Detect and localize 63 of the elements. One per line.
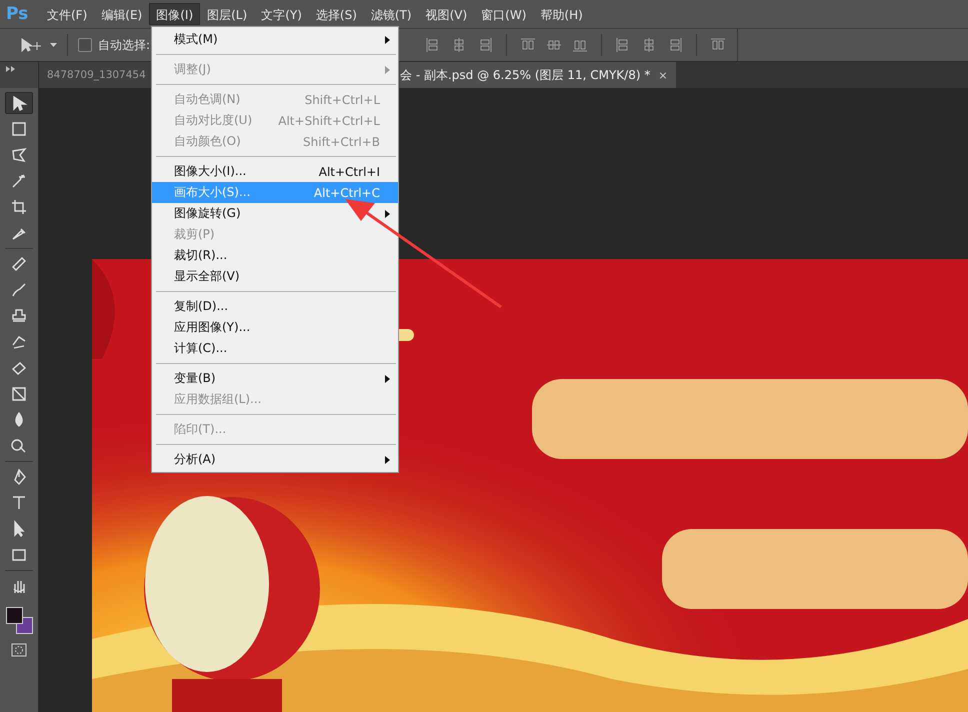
document-tab[interactable]: 8478709_1307454 <box>39 62 151 88</box>
checkbox[interactable] <box>78 38 92 52</box>
menu-option-label: 应用图像(Y)... <box>174 319 252 336</box>
collapse-icon[interactable] <box>6 66 16 72</box>
shortcut-label: Alt+Ctrl+I <box>318 164 380 178</box>
marquee-tool-icon <box>10 120 28 138</box>
menu-option-label: 陷印(T)... <box>174 421 228 438</box>
menu-option-label: 显示全部(V) <box>174 268 241 285</box>
shortcut-label: Alt+Shift+Ctrl+L <box>278 114 380 128</box>
menu-option[interactable]: 变量(B) <box>152 368 398 389</box>
menu-item[interactable]: 帮助(H) <box>533 3 590 25</box>
menu-item[interactable]: 滤镜(T) <box>364 3 419 25</box>
menu-option[interactable]: 图像大小(I)... Alt+Ctrl+I <box>152 161 398 182</box>
menu-option-label: 复制(D)... <box>174 298 230 315</box>
menu-option-label: 图像旋转(G) <box>174 205 242 222</box>
menu-item[interactable]: 窗口(W) <box>474 3 534 25</box>
menu-item[interactable]: 编辑(E) <box>94 3 150 25</box>
caret-icon[interactable] <box>50 43 57 47</box>
menu-item[interactable]: 图像(I) <box>149 3 200 25</box>
crop-tool-icon <box>10 198 28 216</box>
menu-option[interactable]: 应用图像(Y)... <box>152 317 398 338</box>
menu-option-label: 应用数据组(L)... <box>174 391 262 408</box>
menu-option-label: 自动对比度(U) <box>174 112 254 129</box>
shortcut-label: Alt+Ctrl+C <box>314 186 380 200</box>
menu-option-label: 自动色调(N) <box>174 91 242 108</box>
menu-option[interactable]: 分析(A) <box>152 449 398 470</box>
menu-option-label: 调整(J) <box>174 61 212 78</box>
wand-tool-icon <box>10 172 28 190</box>
color-swatches-drawing[interactable] <box>4 607 34 635</box>
dodge-tool-icon <box>10 437 28 455</box>
tool-button[interactable] <box>5 92 33 114</box>
menu-option[interactable]: 计算(C)... <box>152 338 398 359</box>
close-icon[interactable]: × <box>658 68 668 82</box>
quick-mask-icon[interactable] <box>11 643 27 657</box>
menu-option-label: 计算(C)... <box>174 340 228 357</box>
menu-option[interactable]: 裁切(R)... <box>152 245 398 266</box>
menu-option-label: 分析(A) <box>174 451 217 468</box>
menu-item[interactable]: 视图(V) <box>418 3 474 25</box>
type-tool-icon <box>10 494 28 512</box>
menu-option[interactable]: 显示全部(V) <box>152 266 398 287</box>
menu-option-label: 裁剪(P) <box>174 226 216 243</box>
document-tab[interactable]: 会 - 副本.psd @ 6.25% (图层 11, CMYK/8) * × <box>400 62 676 88</box>
app-logo: Ps <box>6 4 30 24</box>
menu-option[interactable]: 复制(D)... <box>152 296 398 317</box>
menu-option[interactable]: 模式(M) <box>152 29 398 50</box>
menu-option-label: 变量(B) <box>174 370 217 387</box>
menu-option-label: 图像大小(I)... <box>174 163 248 180</box>
move-tool-icon[interactable] <box>20 36 44 54</box>
menu-option-label: 自动颜色(O) <box>174 133 242 150</box>
menu-option-label: 裁切(R)... <box>174 247 228 264</box>
shortcut-label: Shift+Ctrl+B <box>303 134 380 148</box>
menu-option-label: 模式(M) <box>174 31 219 48</box>
shortcut-label: Shift+Ctrl+L <box>304 92 380 106</box>
menu-option-label: 画布大小(S)... <box>174 184 252 201</box>
menu-item[interactable]: 文件(F) <box>40 3 94 25</box>
menu-item[interactable]: 选择(S) <box>308 3 364 25</box>
brush-tool-icon <box>10 281 28 299</box>
lasso-tool-icon <box>10 146 28 164</box>
menu-item[interactable]: 文字(Y) <box>254 3 309 25</box>
bandage-tool-icon <box>10 255 28 273</box>
menu-option[interactable]: 图像旋转(G) <box>152 203 398 224</box>
menu-item[interactable]: 图层(L) <box>200 3 254 25</box>
auto-select-label: 自动选择: <box>98 36 150 54</box>
